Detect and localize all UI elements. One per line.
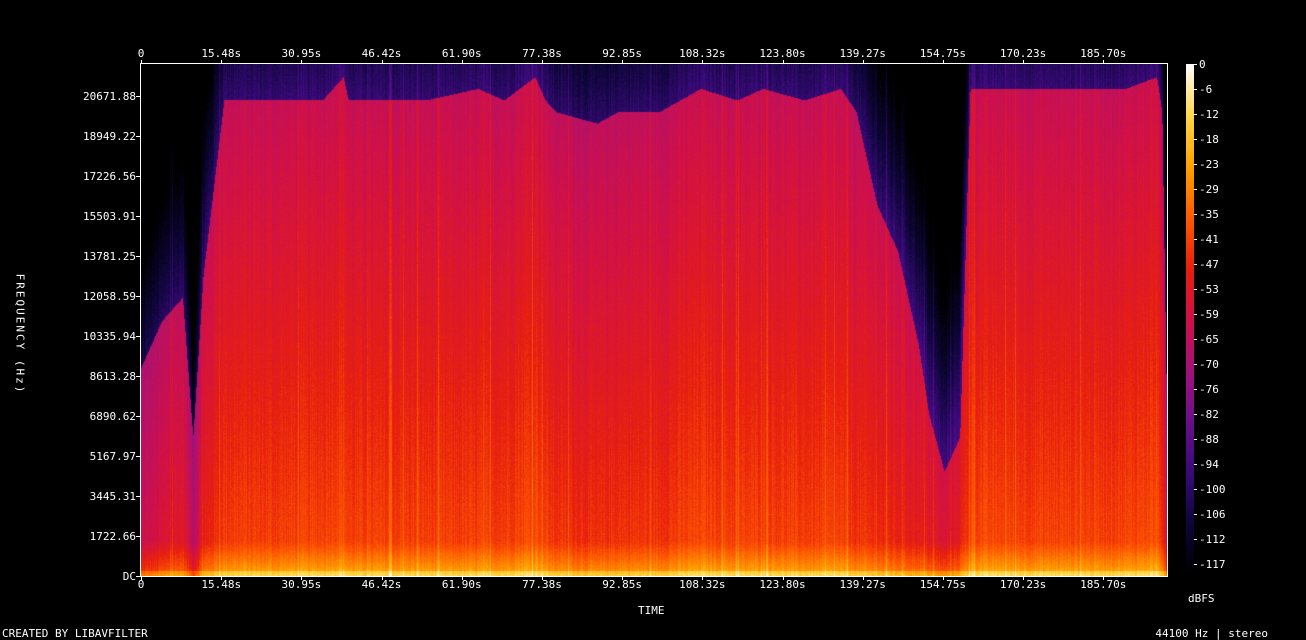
x-axis-title: TIME — [638, 604, 665, 617]
y-axis-title-wrap: FREQUENCY (Hz) — [0, 264, 40, 404]
colorbar-tick-label: -12 — [1199, 107, 1219, 121]
y-tick-label: 3445.31 — [89, 489, 136, 503]
y-tick-label: DC — [122, 569, 136, 583]
colorbar-tick-label: -65 — [1199, 332, 1219, 346]
colorbar-tick-label: -53 — [1199, 282, 1219, 296]
x-tick-label-top: 46.42s — [361, 47, 402, 60]
colorbar-tick-label: -88 — [1199, 432, 1219, 446]
y-tick-label: 10335.94 — [83, 329, 136, 343]
x-tick-label-top: 61.90s — [441, 47, 482, 60]
colorbar-tick-label: -112 — [1199, 532, 1226, 546]
x-tick-label-top: 15.48s — [201, 47, 242, 60]
colorbar-tick-label: -100 — [1199, 482, 1226, 496]
x-tick-label-top: 108.32s — [679, 47, 726, 60]
colorbar-tick-label: -47 — [1199, 257, 1219, 271]
y-tick-label: 8613.28 — [89, 369, 136, 383]
y-tick-label: 1722.66 — [89, 529, 136, 543]
x-tick-label-top: 154.75s — [919, 47, 967, 60]
x-tick-label-bottom: 0 — [137, 578, 145, 591]
x-tick-label-bottom: 30.95s — [281, 578, 322, 591]
colorbar-tick-label: -94 — [1199, 457, 1219, 471]
y-tick-label: 15503.91 — [83, 209, 136, 223]
x-tick-label-bottom: 92.85s — [602, 578, 642, 591]
colorbar-tick-label: -35 — [1199, 207, 1219, 221]
colorbar-tick-label: -18 — [1199, 132, 1219, 146]
x-tick-label-bottom: 123.80s — [759, 578, 806, 591]
x-tick-label-top: 77.38s — [522, 47, 562, 60]
footer-format: 44100 Hz | stereo — [1155, 627, 1268, 640]
y-tick-label: 5167.97 — [89, 449, 136, 463]
colorbar-tick-label: -23 — [1199, 157, 1219, 171]
x-tick-label-bottom: 170.23s — [999, 578, 1047, 591]
x-tick-label-bottom: 139.27s — [839, 578, 886, 591]
y-tick-label: 6890.62 — [89, 409, 136, 423]
colorbar-tick-label: -6 — [1199, 82, 1213, 96]
y-tick-label: 17226.56 — [83, 169, 136, 183]
x-tick-label-bottom: 154.75s — [919, 578, 967, 591]
axes-overlay — [136, 60, 1197, 580]
x-tick-label-top: 139.27s — [839, 47, 886, 60]
x-tick-label-bottom: 185.70s — [1080, 578, 1127, 591]
y-tick-label: 18949.22 — [83, 129, 136, 143]
x-tick-label-bottom: 61.90s — [441, 578, 482, 591]
footer-credit: CREATED BY LIBAVFILTER — [2, 627, 148, 640]
y-tick-label: 20671.88 — [83, 89, 136, 103]
x-tick-label-top: 92.85s — [602, 47, 642, 60]
y-axis-title: FREQUENCY (Hz) — [13, 273, 27, 395]
colorbar-tick-label: -70 — [1199, 357, 1219, 371]
x-tick-label-top: 170.23s — [999, 47, 1047, 60]
x-tick-label-bottom: 15.48s — [201, 578, 242, 591]
colorbar-tick-label: -106 — [1199, 507, 1226, 521]
y-tick-label: 13781.25 — [83, 249, 136, 263]
y-tick-label: 12058.59 — [83, 289, 136, 303]
colorbar-tick-label: -76 — [1199, 382, 1219, 396]
colorbar-tick-label: -82 — [1199, 407, 1219, 421]
x-tick-label-bottom: 46.42s — [361, 578, 402, 591]
colorbar-tick-label: -59 — [1199, 307, 1219, 321]
x-tick-label-top: 123.80s — [759, 47, 806, 60]
colorbar-tick-label: -29 — [1199, 182, 1219, 196]
x-tick-label-bottom: 108.32s — [679, 578, 726, 591]
colorbar-tick-label: 0 — [1199, 57, 1206, 71]
x-tick-label-top: 30.95s — [281, 47, 322, 60]
colorbar-title: dBFS — [1188, 592, 1215, 605]
x-tick-label-top: 0 — [137, 47, 145, 60]
colorbar-tick-label: -117 — [1199, 557, 1226, 571]
colorbar-tick-label: -41 — [1199, 232, 1219, 246]
x-tick-label-top: 185.70s — [1080, 47, 1127, 60]
x-tick-label-bottom: 77.38s — [522, 578, 562, 591]
